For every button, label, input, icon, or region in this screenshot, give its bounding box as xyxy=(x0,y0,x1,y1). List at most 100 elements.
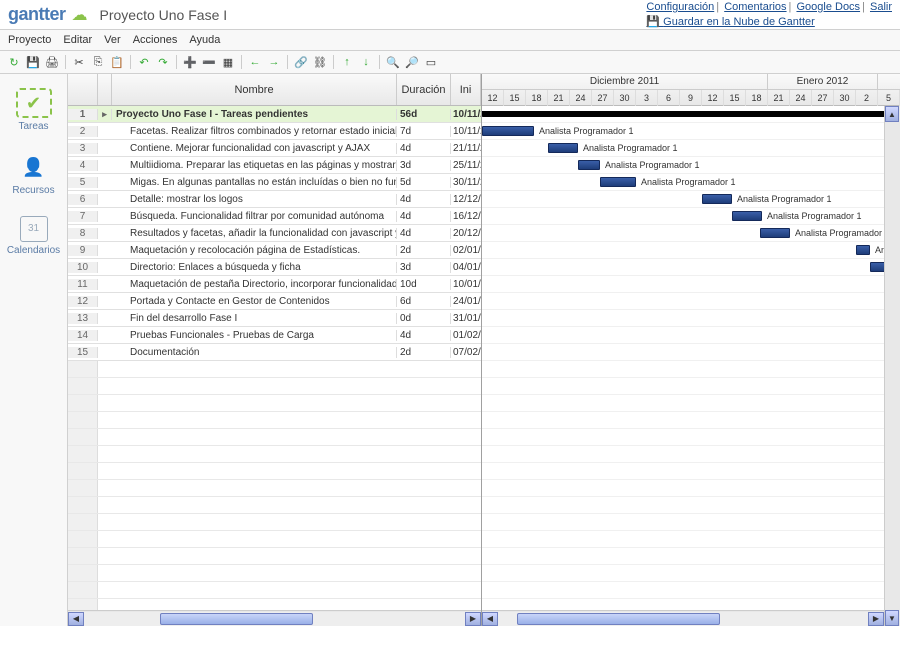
undo-icon[interactable]: ↶ xyxy=(136,54,152,70)
unlink-icon[interactable]: ⛓ xyxy=(312,54,328,70)
gantt-pane: Diciembre 2011Enero 2012 121518212427303… xyxy=(482,74,900,626)
up-icon[interactable]: ↑ xyxy=(339,54,355,70)
print-icon[interactable]: 🖨 xyxy=(44,54,60,70)
table-row[interactable]: 5Migas. En algunas pantallas no están in… xyxy=(68,174,481,191)
table-row[interactable]: 3Contiene. Mejorar funcionalidad con jav… xyxy=(68,140,481,157)
link-config[interactable]: Configuración xyxy=(646,1,714,13)
scroll-left-icon[interactable]: ◀ xyxy=(482,612,498,626)
gantt-row[interactable]: Ana xyxy=(482,242,900,259)
cloud-icon: ☁ xyxy=(72,5,88,25)
gantt-body[interactable]: Analista Programador 1Analista Programad… xyxy=(482,106,900,626)
gantt-row[interactable] xyxy=(482,310,900,327)
table-row[interactable]: 1▸Proyecto Uno Fase I - Tareas pendiente… xyxy=(68,106,481,123)
sidebar: ✔ Tareas 👤 Recursos 31 Calendarios xyxy=(0,74,68,626)
gantt-hscroll[interactable]: ◀ ▶ xyxy=(482,610,884,626)
table-row[interactable]: 10Directorio: Enlaces a búsqueda y ficha… xyxy=(68,259,481,276)
link-exit[interactable]: Salir xyxy=(870,1,892,13)
menu-proyecto[interactable]: Proyecto xyxy=(8,34,51,46)
gantt-row[interactable] xyxy=(482,276,900,293)
save-cloud-link[interactable]: 💾 Guardar en la Nube de Gantter xyxy=(646,15,892,28)
table-row[interactable]: 11Maquetación de pestaña Directorio, inc… xyxy=(68,276,481,293)
task-icon[interactable]: ▦ xyxy=(220,54,236,70)
scroll-thumb[interactable] xyxy=(517,613,721,625)
gantt-row[interactable] xyxy=(482,293,900,310)
gantt-row[interactable]: Analista Programador 1 xyxy=(482,140,900,157)
col-info[interactable] xyxy=(98,74,112,105)
delete-icon[interactable]: ➖ xyxy=(201,54,217,70)
table-row[interactable]: 12Portada y Contacte en Gestor de Conten… xyxy=(68,293,481,310)
insert-icon[interactable]: ➕ xyxy=(182,54,198,70)
scroll-up-icon[interactable]: ▲ xyxy=(885,106,899,122)
gantt-row[interactable]: Analista Programador 1 xyxy=(482,123,900,140)
table-row[interactable]: 13Fin del desarrollo Fase I0d31/01/2 xyxy=(68,310,481,327)
toolbar: ↻ 💾 🖨 ✂ ⎘ 📋 ↶ ↷ ➕ ➖ ▦ ← → 🔗 ⛓ ↑ ↓ 🔍 🔎 ▭ xyxy=(0,51,900,74)
gantt-row[interactable] xyxy=(482,327,900,344)
scroll-down-icon[interactable]: ▼ xyxy=(885,610,899,626)
scroll-right-icon[interactable]: ▶ xyxy=(465,612,481,626)
copy-icon[interactable]: ⎘ xyxy=(90,54,106,70)
table-row[interactable]: 7Búsqueda. Funcionalidad filtrar por com… xyxy=(68,208,481,225)
save-icon[interactable]: 💾 xyxy=(25,54,41,70)
sidebar-item-calendarios[interactable]: 31 Calendarios xyxy=(6,212,62,260)
paste-icon[interactable]: 📋 xyxy=(109,54,125,70)
col-duracion[interactable]: Duración xyxy=(397,74,451,105)
scroll-right-icon[interactable]: ▶ xyxy=(868,612,884,626)
gantt-row[interactable]: Analista Programador 1 xyxy=(482,174,900,191)
link-gdocs[interactable]: Google Docs xyxy=(796,1,860,13)
user-icon: 👤 xyxy=(16,152,52,182)
gantt-vscroll[interactable]: ▲ ▼ xyxy=(884,106,900,626)
table-row[interactable]: 4Multiidioma. Preparar las etiquetas en … xyxy=(68,157,481,174)
gantt-row[interactable] xyxy=(482,106,900,123)
menu-editar[interactable]: Editar xyxy=(63,34,92,46)
indent-icon[interactable]: → xyxy=(266,54,282,70)
task-bar[interactable]: Analista Programador 1 xyxy=(760,228,790,238)
top-links: Configuración| Comentarios| Google Docs|… xyxy=(646,1,892,13)
task-bar[interactable]: Analista Programador 1 xyxy=(600,177,636,187)
table-row[interactable]: 2Facetas. Realizar filtros combinados y … xyxy=(68,123,481,140)
menu-ver[interactable]: Ver xyxy=(104,34,121,46)
gantt-row[interactable]: Analista Programador 1 xyxy=(482,208,900,225)
link-icon[interactable]: 🔗 xyxy=(293,54,309,70)
col-nombre[interactable]: Nombre xyxy=(112,74,397,105)
table-row[interactable]: 14Pruebas Funcionales - Pruebas de Carga… xyxy=(68,327,481,344)
main: ✔ Tareas 👤 Recursos 31 Calendarios Nombr… xyxy=(0,74,900,626)
outdent-icon[interactable]: ← xyxy=(247,54,263,70)
task-bar[interactable]: Analista Programador 1 xyxy=(732,211,762,221)
task-bar[interactable]: Analista Programador 1 xyxy=(578,160,600,170)
gantt-row[interactable] xyxy=(482,259,900,276)
gantt-row[interactable]: Analista Programador 1 xyxy=(482,225,900,242)
task-bar[interactable]: Analista Programador 1 xyxy=(482,126,534,136)
table-row[interactable]: 15Documentación2d07/02/2 xyxy=(68,344,481,361)
gantt-row[interactable] xyxy=(482,344,900,361)
task-bar[interactable]: Analista Programador 1 xyxy=(702,194,732,204)
scroll-thumb[interactable] xyxy=(160,613,312,625)
scroll-left-icon[interactable]: ◀ xyxy=(68,612,84,626)
grid-hscroll[interactable]: ◀ ▶ xyxy=(68,610,481,626)
refresh-icon[interactable]: ↻ xyxy=(6,54,22,70)
summary-bar[interactable] xyxy=(482,111,892,117)
menu-ayuda[interactable]: Ayuda xyxy=(189,34,220,46)
gantt-row[interactable]: Analista Programador 1 xyxy=(482,191,900,208)
zoomout-icon[interactable]: 🔎 xyxy=(404,54,420,70)
table-row[interactable]: 8Resultados y facetas, añadir la funcion… xyxy=(68,225,481,242)
task-bar[interactable]: Ana xyxy=(856,245,870,255)
gantt-row[interactable]: Analista Programador 1 xyxy=(482,157,900,174)
menu-acciones[interactable]: Acciones xyxy=(133,34,178,46)
task-bar[interactable]: Analista Programador 1 xyxy=(548,143,578,153)
table-row[interactable]: 6Detalle: mostrar los logos4d12/12/2 xyxy=(68,191,481,208)
table-row[interactable]: 9Maquetación y recolocación página de Es… xyxy=(68,242,481,259)
header-right: Configuración| Comentarios| Google Docs|… xyxy=(646,1,892,28)
down-icon[interactable]: ↓ xyxy=(358,54,374,70)
col-number[interactable] xyxy=(68,74,98,105)
zoomin-icon[interactable]: 🔍 xyxy=(385,54,401,70)
redo-icon[interactable]: ↷ xyxy=(155,54,171,70)
link-comments[interactable]: Comentarios xyxy=(724,1,786,13)
col-inicio[interactable]: Ini xyxy=(451,74,481,105)
fit-icon[interactable]: ▭ xyxy=(423,54,439,70)
grid-body[interactable]: 1▸Proyecto Uno Fase I - Tareas pendiente… xyxy=(68,106,481,610)
content: Nombre Duración Ini 1▸Proyecto Uno Fase … xyxy=(68,74,900,626)
grid-header: Nombre Duración Ini xyxy=(68,74,481,106)
sidebar-item-recursos[interactable]: 👤 Recursos xyxy=(6,148,62,200)
sidebar-item-tareas[interactable]: ✔ Tareas xyxy=(6,84,62,136)
cut-icon[interactable]: ✂ xyxy=(71,54,87,70)
